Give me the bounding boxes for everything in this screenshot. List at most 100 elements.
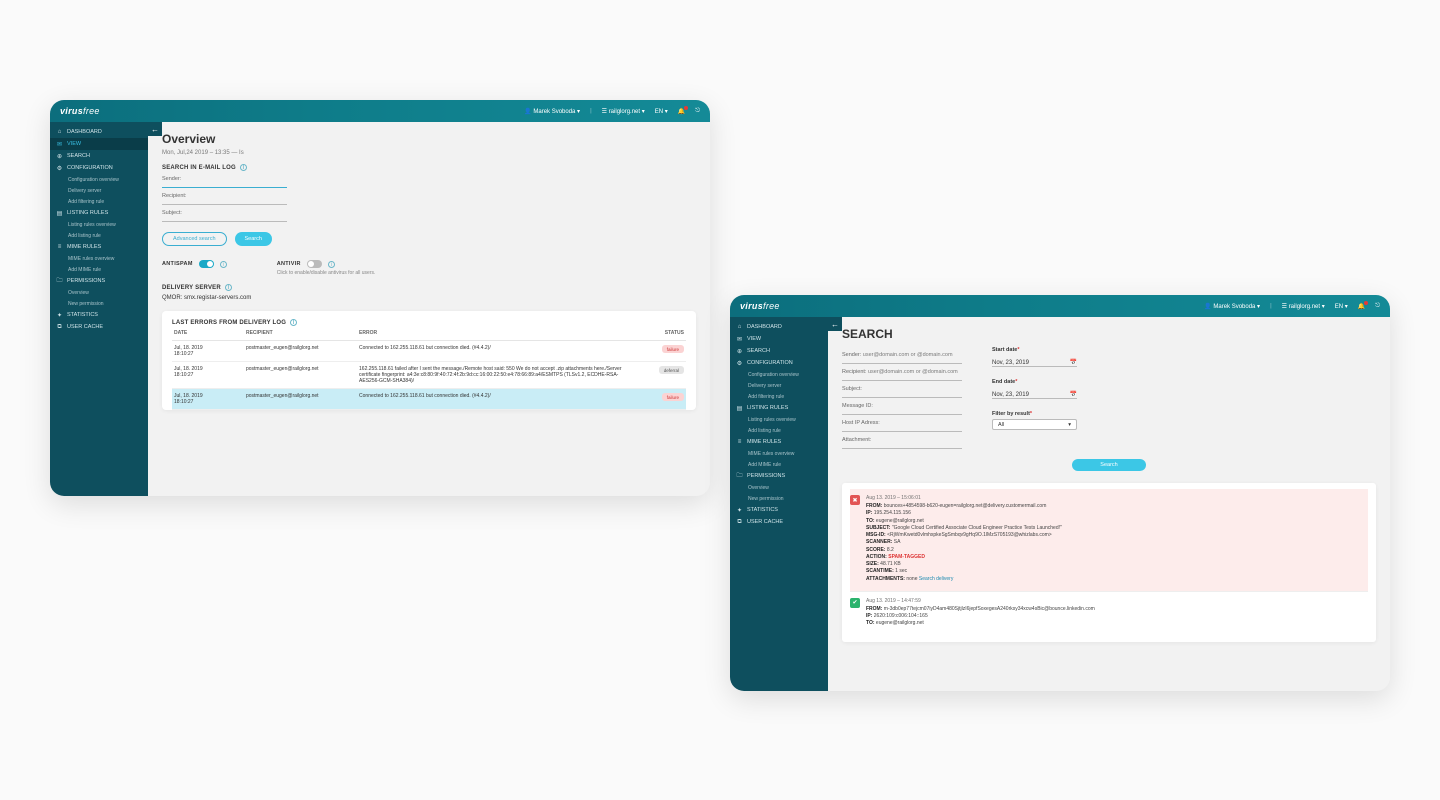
search-delivery-link[interactable]: Search delivery	[919, 576, 953, 582]
search-button[interactable]: Search	[1072, 459, 1145, 471]
start-date-label: Start date*	[992, 347, 1077, 353]
search-icon: ⊕	[56, 153, 63, 160]
nav-user-cache[interactable]: ⧉USER CACHE	[50, 321, 148, 333]
nav-add-listing-rule[interactable]: Add listing rule	[730, 425, 828, 436]
nav-user-cache[interactable]: ⧉USER CACHE	[730, 516, 828, 528]
info-icon[interactable]: i	[240, 164, 247, 171]
mime-icon: ≡	[736, 439, 743, 446]
nav-perm-new[interactable]: New permission	[730, 493, 828, 504]
bell-icon[interactable]: 🔔	[678, 108, 685, 115]
antispam-toggle[interactable]	[199, 260, 214, 268]
nav-statistics[interactable]: ✦STATISTICS	[730, 504, 828, 516]
user-menu[interactable]: 👤 Marek Svoboda ▾	[524, 108, 580, 115]
page-title: Overview	[162, 132, 696, 146]
advanced-search-button[interactable]: Advanced search	[162, 232, 227, 246]
nav-permissions[interactable]: 🗀PERMISSIONS	[730, 470, 828, 482]
spam-icon: ✖	[850, 495, 860, 505]
domain-menu[interactable]: ☰ railglorg.net ▾	[602, 108, 645, 115]
table-row[interactable]: Jul, 18. 201918:10:27 postmaster_eugen@r…	[172, 341, 686, 362]
nav-perm-overview[interactable]: Overview	[730, 482, 828, 493]
topbar: virusfree 👤 Marek Svoboda ▾ | ☰ railglor…	[50, 100, 710, 122]
recipient-field[interactable]: Recipient: user@domain.com or @domain.co…	[842, 369, 962, 381]
antispam-label: ANTISPAM	[162, 261, 193, 267]
nav-search[interactable]: ⊕SEARCH	[730, 345, 828, 357]
info-icon[interactable]: i	[328, 261, 335, 268]
chevron-down-icon: ▾	[1068, 422, 1071, 428]
end-date-field[interactable]: Nov, 23, 2019📅	[992, 391, 1077, 398]
nav-config-overview[interactable]: Configuration overview	[50, 174, 148, 185]
info-icon[interactable]: i	[290, 319, 297, 326]
nav-permissions[interactable]: 🗀PERMISSIONS	[50, 275, 148, 287]
status-badge: failure	[662, 345, 684, 353]
nav-mime-overview[interactable]: MIME rules overview	[730, 448, 828, 459]
info-icon[interactable]: i	[220, 261, 227, 268]
logout-icon[interactable]: ⎋	[695, 108, 700, 115]
antivir-toggle[interactable]	[307, 260, 322, 268]
nav-listing-rules[interactable]: ▤LISTING RULES	[730, 402, 828, 414]
logout-icon[interactable]: ⎋	[1375, 303, 1380, 310]
nav-statistics[interactable]: ✦STATISTICS	[50, 309, 148, 321]
nav-delivery-server[interactable]: Delivery server	[730, 380, 828, 391]
mime-icon: ≡	[56, 244, 63, 251]
nav-search[interactable]: ⊕SEARCH	[50, 150, 148, 162]
filter-select[interactable]: All▾	[992, 419, 1077, 430]
nav-dashboard[interactable]: ⌂DASHBOARD	[730, 321, 828, 333]
nav-add-listing-rule[interactable]: Add listing rule	[50, 230, 148, 241]
chart-icon: ✦	[56, 312, 63, 319]
nav-perm-overview[interactable]: Overview	[50, 287, 148, 298]
nav-perm-new[interactable]: New permission	[50, 298, 148, 309]
domain-menu[interactable]: ☰ railglorg.net ▾	[1282, 303, 1325, 310]
home-icon: ⌂	[56, 129, 63, 136]
nav-listing-rules[interactable]: ▤LISTING RULES	[50, 207, 148, 219]
recipient-field[interactable]: Recipient:	[162, 193, 287, 205]
nav-listing-overview[interactable]: Listing rules overview	[730, 414, 828, 425]
nav-configuration[interactable]: ⚙CONFIGURATION	[50, 162, 148, 174]
start-date-field[interactable]: Nov, 23, 2019📅	[992, 359, 1077, 366]
nav-add-mime-rule[interactable]: Add MIME rule	[730, 459, 828, 470]
lang-menu[interactable]: EN ▾	[655, 108, 668, 115]
sender-field[interactable]: Sender:	[162, 176, 287, 188]
collapse-sidebar-icon[interactable]: ←	[828, 317, 842, 331]
nav-add-mime-rule[interactable]: Add MIME rule	[50, 264, 148, 275]
search-button[interactable]: Search	[235, 232, 272, 246]
sender-field[interactable]: Sender: user@domain.com or @domain.com	[842, 352, 962, 364]
message-id-field[interactable]: Message ID:	[842, 403, 962, 415]
antivir-label: ANTIVIR	[277, 261, 301, 267]
overview-main: Overview Mon, Jul,24 2019 – 13:35 — Is S…	[148, 122, 710, 496]
nav-configuration[interactable]: ⚙CONFIGURATION	[730, 357, 828, 369]
subject-field[interactable]: Subject:	[842, 386, 962, 398]
search-icon: ⊕	[736, 348, 743, 355]
overview-window: virusfree 👤 Marek Svoboda ▾ | ☰ railglor…	[50, 100, 710, 496]
recipient-label: Recipient:	[162, 193, 287, 199]
nav-add-filter-rule[interactable]: Add filtering rule	[730, 391, 828, 402]
collapse-sidebar-icon[interactable]: ←	[148, 122, 162, 136]
antivir-desc: Click to enable/disable antivirus for al…	[277, 270, 376, 276]
table-row[interactable]: Jul, 18. 201918:10:27 postmaster_eugen@r…	[172, 362, 686, 389]
nav-mime-overview[interactable]: MIME rules overview	[50, 253, 148, 264]
attachment-field[interactable]: Attachment:	[842, 437, 962, 449]
nav-dashboard[interactable]: ⌂DASHBOARD	[50, 126, 148, 138]
nav-add-filter-rule[interactable]: Add filtering rule	[50, 196, 148, 207]
search-main: SEARCH Sender: user@domain.com or @domai…	[828, 317, 1390, 691]
table-row[interactable]: Jul, 18. 201918:10:27 postmaster_eugen@r…	[172, 389, 686, 410]
nav-delivery-server[interactable]: Delivery server	[50, 185, 148, 196]
subject-field[interactable]: Subject:	[162, 210, 287, 222]
lang-menu[interactable]: EN ▾	[1335, 303, 1348, 310]
nav-mime-rules[interactable]: ≡MIME RULES	[730, 436, 828, 448]
nav-view[interactable]: ✉VIEW	[50, 138, 148, 150]
nav-mime-rules[interactable]: ≡MIME RULES	[50, 241, 148, 253]
calendar-icon: 📅	[1070, 391, 1077, 398]
bell-icon[interactable]: 🔔	[1358, 303, 1365, 310]
col-status: STATUS	[635, 326, 686, 341]
sender-label: Sender:	[162, 176, 287, 182]
result-row[interactable]: ✖ Aug 13. 2019 – 15:06:01 FROM: bounces+…	[850, 489, 1368, 592]
nav-listing-overview[interactable]: Listing rules overview	[50, 219, 148, 230]
info-icon[interactable]: i	[225, 284, 232, 291]
user-menu[interactable]: 👤 Marek Svoboda ▾	[1204, 303, 1260, 310]
list-icon: ▤	[736, 405, 743, 412]
result-row[interactable]: ✔ Aug 13. 2019 – 14:47:59 FROM: m-3db0ep…	[850, 592, 1368, 636]
nav-config-overview[interactable]: Configuration overview	[730, 369, 828, 380]
nav-view[interactable]: ✉VIEW	[730, 333, 828, 345]
host-ip-field[interactable]: Host IP Adress:	[842, 420, 962, 432]
gear-icon: ⚙	[736, 360, 743, 367]
